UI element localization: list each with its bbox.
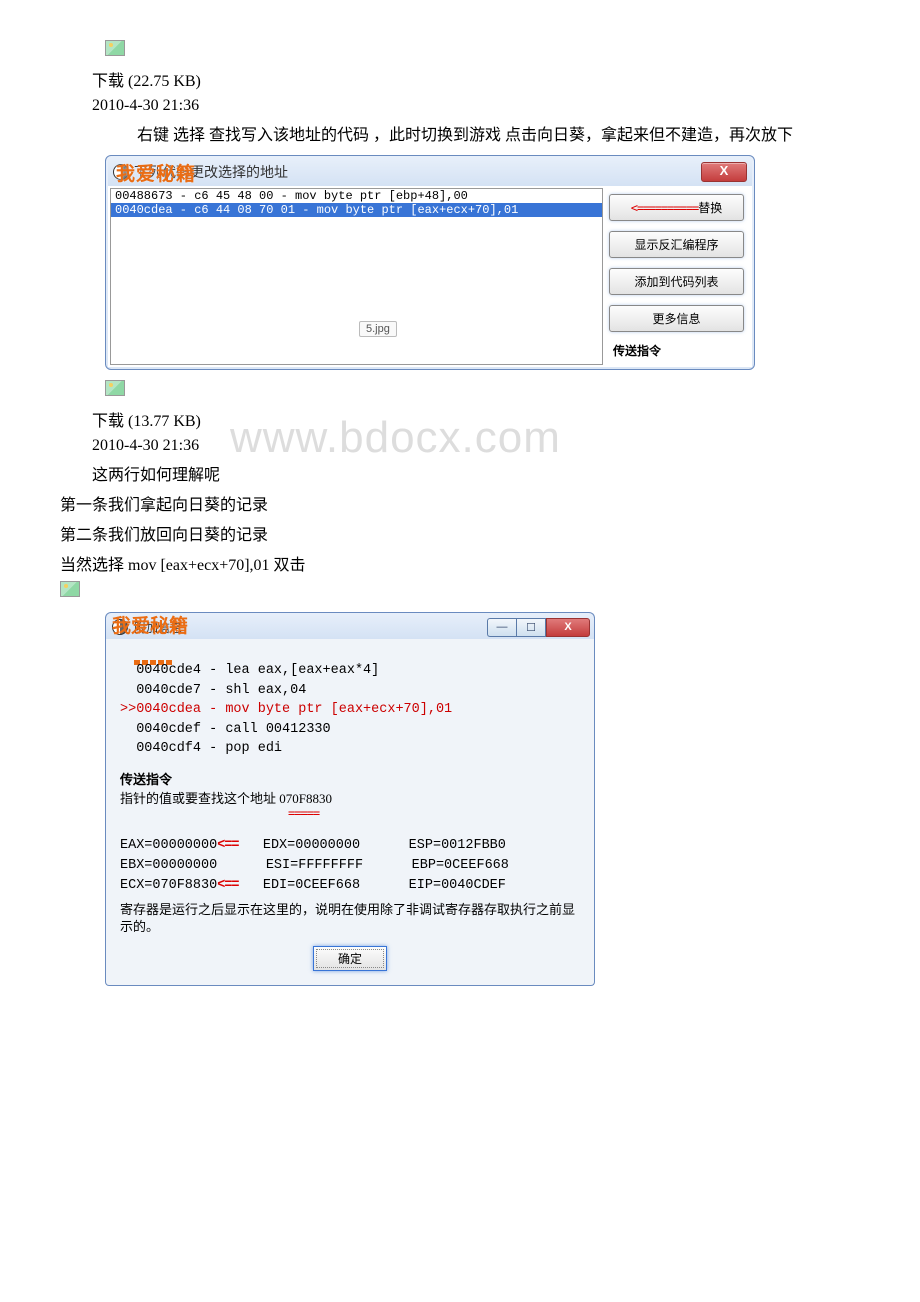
reg-edx: EDX=00000000 — [263, 838, 360, 853]
timestamp-1: 2010-4-30 21:36 — [60, 97, 860, 115]
image-placeholder-icon — [105, 40, 125, 56]
asm-line-1: 0040cde4 - lea eax,[eax+eax*4] — [120, 661, 580, 681]
extra-info-window: 附加信息 我爱秘籍 — ☐ X 0040cde4 - lea eax,[eax+… — [105, 612, 595, 986]
asm-line-3-highlight: >>0040cdea - mov byte ptr [eax+ecx+70],0… — [120, 700, 580, 720]
side-button-panel: <==========替换 显示反汇编程序 添加到代码列表 更多信息 传送指令 — [605, 186, 752, 367]
close-button[interactable]: X — [701, 162, 747, 182]
paragraph-1-text: 右键 选择 查找写入该地址的代码 ，此时切换到游戏 点击向日葵，拿起来但不建造，… — [137, 127, 793, 144]
ok-button[interactable]: 确定 — [313, 946, 387, 971]
reg-edi: EDI=0CEEF668 — [263, 878, 360, 893]
paragraph-2c: 第二条我们放回向日葵的记录 — [60, 521, 860, 545]
red-arrow-icon: <== — [217, 878, 238, 893]
watermark-overlay: 我爱秘籍 — [116, 159, 196, 186]
red-annotation-arrow: <== — [631, 201, 650, 215]
code-list[interactable]: 00488673 - c6 45 48 00 - mov byte ptr [e… — [110, 188, 603, 365]
download-text-1: 下载 (22.75 KB) — [60, 67, 860, 91]
reg-eax: EAX=00000000 — [120, 838, 217, 853]
more-info-button[interactable]: 更多信息 — [609, 305, 744, 332]
reg-ecx: ECX=070F8830 — [120, 878, 217, 893]
asm-line-5: 0040cdf4 - pop edi — [120, 739, 580, 759]
code-row-1[interactable]: 00488673 - c6 45 48 00 - mov byte ptr [e… — [111, 189, 602, 203]
register-note: 寄存器是运行之后显示在这里的，说明在使用除了非调试寄存器存取执行之前显示的。 — [120, 901, 580, 936]
send-instruction-label-2: 传送指令 — [120, 769, 580, 788]
watermark-overlay-2: 我爱秘籍 — [112, 611, 188, 638]
code-row-2-text: 0040cdea - c6 44 08 70 01 - mov byte ptr… — [115, 203, 518, 217]
reg-ebx: EBX=00000000 — [120, 858, 217, 873]
reg-esi: ESI=FFFFFFFF — [266, 858, 363, 873]
image-placeholder-icon — [105, 380, 125, 396]
reg-esp: ESP=0012FBB0 — [409, 838, 506, 853]
paragraph-1: 右键 选择 查找写入该地址的代码 ，此时切换到游戏 点击向日葵，拿起来但不建造，… — [105, 121, 860, 145]
replace-button-label: 替换 — [698, 201, 722, 215]
send-instruction-label: 传送指令 — [609, 342, 744, 359]
show-disasm-button[interactable]: 显示反汇编程序 — [609, 231, 744, 258]
image-tag: 5.jpg — [359, 321, 397, 337]
image-placeholder-icon — [60, 581, 80, 597]
window2-titlebar[interactable]: 附加信息 我爱秘籍 — ☐ X — [105, 612, 595, 639]
maximize-button[interactable]: ☐ — [516, 618, 546, 637]
window2-body: 0040cde4 - lea eax,[eax+eax*4] 0040cde7 … — [105, 639, 595, 986]
close-button[interactable]: X — [546, 618, 590, 637]
paragraph-2d: 当然选择 mov [eax+ecx+70],01 双击 — [60, 551, 860, 575]
minimize-button[interactable]: — — [487, 618, 516, 637]
code-change-window: 下列代码更改选择的地址 我爱秘籍 X 00488673 - c6 45 48 0… — [105, 155, 755, 370]
replace-button[interactable]: <==========替换 — [609, 194, 744, 221]
red-annotation-eq: ==== — [648, 201, 673, 215]
pointer-value-text: 指针的值或要查找这个地址 070F8830 — [120, 788, 580, 807]
add-to-codelist-button[interactable]: 添加到代码列表 — [609, 268, 744, 295]
window-titlebar[interactable]: 下列代码更改选择的地址 我爱秘籍 X — [108, 158, 752, 186]
reg-eip: EIP=0040CDEF — [409, 878, 506, 893]
red-underline-annotation: ===== — [288, 806, 319, 820]
red-arrow-icon: <== — [217, 838, 238, 853]
reg-ebp: EBP=0CEEF668 — [412, 858, 509, 873]
paragraph-2b: 第一条我们拿起向日葵的记录 — [60, 491, 860, 515]
paragraph-2a: 这两行如何理解呢 — [60, 461, 860, 485]
asm-line-4: 0040cdef - call 00412330 — [120, 720, 580, 740]
timestamp-2: 2010-4-30 21:36 — [60, 437, 860, 455]
download-text-2: 下载 (13.77 KB) — [60, 407, 860, 431]
asm-line-2: 0040cde7 - shl eax,04 — [120, 681, 580, 701]
register-grid: EAX=00000000<== EDX=00000000 ESP=0012FBB… — [120, 836, 580, 897]
code-row-2-selected[interactable]: 0040cdea - c6 44 08 70 01 - mov byte ptr… — [111, 203, 602, 217]
